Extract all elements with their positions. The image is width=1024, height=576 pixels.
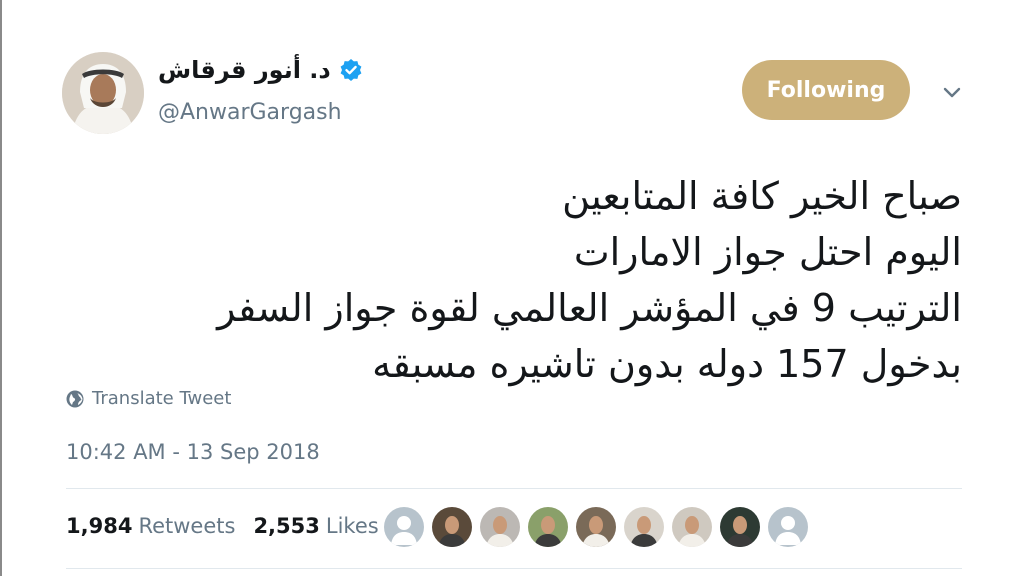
profile-avatar[interactable] (62, 52, 144, 134)
translate-tweet-link[interactable]: Translate Tweet (66, 388, 231, 409)
chevron-down-icon[interactable] (940, 80, 964, 104)
liker-avatars (384, 507, 808, 547)
tweet-line: اليوم احتل جواز الامارات (573, 230, 962, 274)
likes-stat[interactable]: 2,553 Likes (253, 514, 378, 538)
divider (66, 488, 962, 489)
tweet-text: صباح الخير كافة المتابعين اليوم احتل جوا… (102, 168, 962, 392)
likes-count: 2,553 (253, 514, 320, 538)
retweets-label: Retweets (138, 514, 236, 538)
tweet-line: صباح الخير كافة المتابعين (562, 174, 962, 218)
tweet-line: الترتيب 9 في المؤشر العالمي لقوة جواز ال… (217, 286, 962, 330)
liker-avatar[interactable] (480, 507, 520, 547)
tweet-line: بدخول 157 دوله بدون تاشيره مسبقه (372, 342, 962, 386)
liker-avatar[interactable] (768, 507, 808, 547)
verified-badge-icon (339, 58, 363, 82)
liker-avatar[interactable] (672, 507, 712, 547)
window-edge (0, 0, 2, 576)
globe-icon (66, 390, 84, 408)
display-name[interactable]: د. أنور قرقاش (158, 56, 331, 84)
retweets-count: 1,984 (66, 514, 133, 538)
divider (66, 568, 962, 569)
tweet-timestamp[interactable]: 10:42 AM - 13 Sep 2018 (66, 440, 320, 464)
likes-label: Likes (325, 514, 379, 538)
following-button[interactable]: Following (742, 60, 910, 120)
name-row: د. أنور قرقاش (158, 56, 363, 84)
liker-avatar[interactable] (384, 507, 424, 547)
liker-avatar[interactable] (432, 507, 472, 547)
retweets-stat[interactable]: 1,984 Retweets (66, 514, 235, 538)
tweet-stats: 1,984 Retweets 2,553 Likes (66, 514, 379, 538)
translate-label[interactable]: Translate Tweet (92, 388, 231, 409)
user-handle[interactable]: @AnwarGargash (158, 100, 342, 125)
liker-avatar[interactable] (720, 507, 760, 547)
liker-avatar[interactable] (528, 507, 568, 547)
liker-avatar[interactable] (624, 507, 664, 547)
liker-avatar[interactable] (576, 507, 616, 547)
